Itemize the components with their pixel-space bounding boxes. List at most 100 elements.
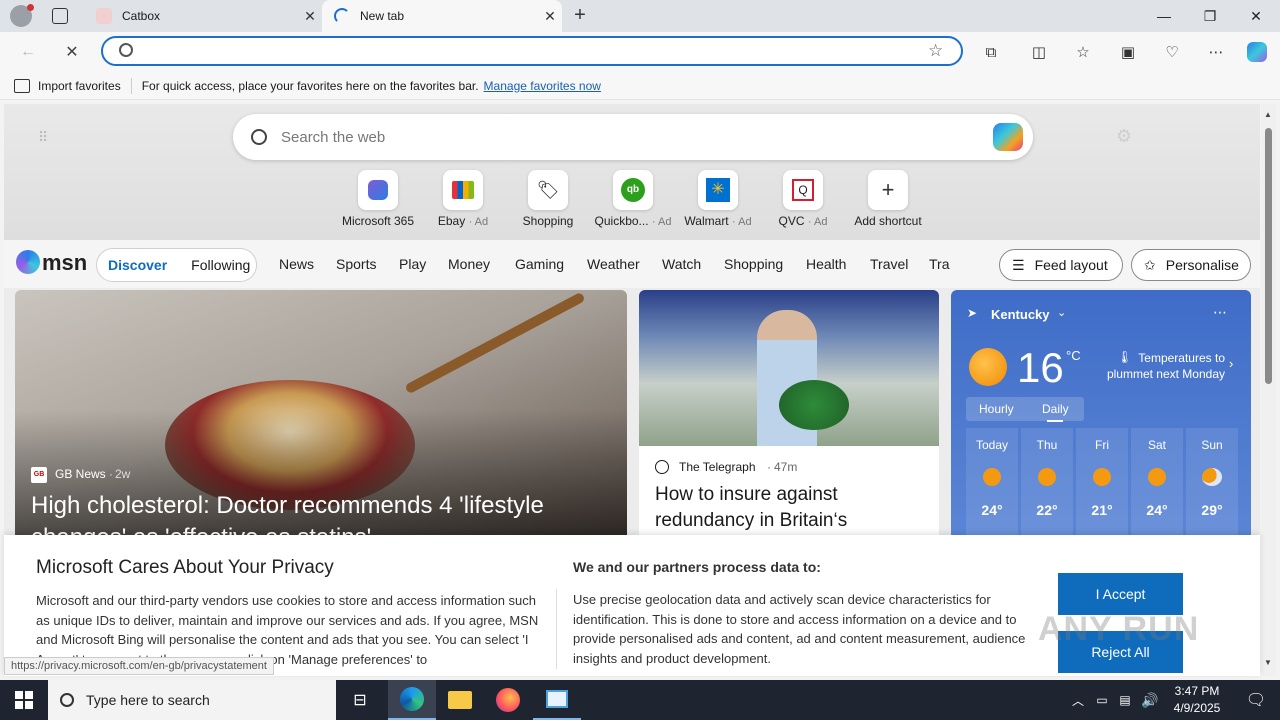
apps-launcher-icon[interactable]: ⠿ <box>38 128 56 146</box>
scroll-up-icon[interactable]: ▲ <box>1264 110 1272 119</box>
forecast-day[interactable]: Fri 21° <box>1076 428 1128 540</box>
walmart-icon: ✳ <box>698 170 738 210</box>
nav-play[interactable]: Play <box>399 256 426 272</box>
scroll-down-icon[interactable]: ▼ <box>1264 658 1272 667</box>
main-story-card[interactable]: GB GB News · 2w High cholesterol: Doctor… <box>15 290 627 540</box>
scrollbar-thumb[interactable] <box>1265 128 1272 384</box>
nav-gaming[interactable]: Gaming <box>515 256 564 272</box>
import-favorites-label[interactable]: Import favorites <box>38 79 121 93</box>
import-favorites-icon[interactable] <box>14 78 30 93</box>
second-story-card[interactable]: The Telegraph · 47m How to insure agains… <box>639 290 939 540</box>
nav-news[interactable]: News <box>279 256 314 272</box>
shortcut-ebay[interactable]: Ebay · Ad <box>421 170 505 228</box>
firefox-icon[interactable] <box>484 680 532 720</box>
clock[interactable]: 3:47 PM 4/9/2025 <box>1166 683 1228 717</box>
task-view-icon[interactable]: ⊟ <box>336 680 384 720</box>
privacy-banner: Microsoft Cares About Your Privacy Micro… <box>4 535 1260 676</box>
more-menu-icon[interactable]: ⋯ <box>1202 38 1230 66</box>
weather-card[interactable]: ➤ Kentucky ⌄ ⋯ 16 °C 🌡 Temperatures to p… <box>951 290 1251 540</box>
network-icon[interactable]: ▤ <box>1114 680 1136 720</box>
feed-layout-button[interactable]: ☰ Feed layout <box>999 249 1123 281</box>
manage-favorites-link[interactable]: Manage favorites now <box>484 79 601 93</box>
tab-actions-icon[interactable] <box>52 8 68 24</box>
story-image-office <box>639 290 939 446</box>
start-windows-icon[interactable] <box>0 680 48 720</box>
weather-location[interactable]: Kentucky <box>991 307 1050 322</box>
stop-loading-icon[interactable]: ✕ <box>58 38 86 66</box>
chevron-down-icon[interactable]: ⌄ <box>1057 306 1066 319</box>
forecast-day[interactable]: Thu 22° <box>1021 428 1073 540</box>
forecast-day[interactable]: Today 24° <box>966 428 1018 540</box>
nav-travel[interactable]: Travel <box>870 256 908 272</box>
tab-daily[interactable]: Daily <box>1042 402 1069 416</box>
privacy-divider <box>556 589 557 669</box>
weather-alert[interactable]: Temperatures to plummet next Monday <box>1093 350 1225 382</box>
nav-weather[interactable]: Weather <box>587 256 640 272</box>
shortcut-shopping[interactable]: 🏷 Shopping <box>506 170 590 228</box>
nav-overflow[interactable]: Tra <box>929 256 951 272</box>
copilot-icon[interactable] <box>993 123 1023 151</box>
device-icon[interactable]: ▭ <box>1091 680 1113 720</box>
favorites-icon[interactable]: ☆ <box>1069 38 1097 66</box>
msn-logo-icon[interactable] <box>16 250 40 274</box>
partners-title: We and our partners process data to: <box>573 559 821 575</box>
story-headline[interactable]: How to insure against redundancy in Brit… <box>655 482 925 534</box>
restore-icon[interactable]: ❐ <box>1187 0 1233 32</box>
copilot-icon[interactable] <box>1243 38 1271 66</box>
story-age: 2w <box>115 467 131 481</box>
nav-money[interactable]: Money <box>448 256 490 272</box>
taskbar-search[interactable]: Type here to search <box>48 680 336 720</box>
shortcut-microsoft-365[interactable]: Microsoft 365 <box>336 170 420 228</box>
story-age-dot: · <box>767 460 771 474</box>
forecast-day[interactable]: Sat 24° <box>1131 428 1183 540</box>
catbox-favicon-icon <box>96 8 112 24</box>
shortcut-quickbooks[interactable]: qb Quickbo... · Ad <box>591 170 675 228</box>
nav-shopping[interactable]: Shopping <box>724 256 783 272</box>
favorites-bar: Import favorites For quick access, place… <box>0 72 1280 100</box>
settings-gear-icon[interactable]: ⚙ <box>1116 126 1132 147</box>
split-screen-icon[interactable]: ◫ <box>1025 38 1053 66</box>
story-headline[interactable]: High cholesterol: Doctor recommends 4 'l… <box>31 490 611 540</box>
shortcut-qvc[interactable]: Q QVC · Ad <box>761 170 845 228</box>
clock-time: 3:47 PM <box>1174 684 1220 698</box>
nav-health[interactable]: Health <box>806 256 846 272</box>
accept-button[interactable]: I Accept <box>1058 573 1183 615</box>
shortcut-walmart[interactable]: ✳ Walmart · Ad <box>676 170 760 228</box>
edge-icon[interactable] <box>388 680 436 720</box>
new-tab-icon[interactable]: + <box>568 4 592 28</box>
tab-hourly[interactable]: Hourly <box>979 402 1014 416</box>
tab-discover[interactable]: Discover <box>108 257 167 273</box>
close-tab-icon[interactable]: ✕ <box>298 8 322 25</box>
close-tab-icon[interactable]: ✕ <box>538 8 562 25</box>
minimize-icon[interactable]: — <box>1141 0 1187 32</box>
forecast-day[interactable]: Sun 29° <box>1186 428 1238 540</box>
browser-essentials-icon[interactable]: ♡ <box>1158 38 1186 66</box>
app-window-icon[interactable] <box>533 680 581 720</box>
shortcut-add[interactable]: + Add shortcut <box>846 170 930 228</box>
collections-icon[interactable]: ▣ <box>1114 38 1142 66</box>
favorite-star-icon[interactable]: ☆ <box>928 41 943 61</box>
back-icon[interactable]: ← <box>14 38 42 66</box>
tab-following[interactable]: Following <box>191 257 250 273</box>
extensions-icon[interactable]: ⧉ <box>977 38 1005 66</box>
tab-catbox[interactable]: Catbox ✕ <box>84 0 322 32</box>
story-age: 47m <box>774 460 798 474</box>
chevron-right-icon[interactable]: › <box>1229 356 1233 371</box>
web-search-placeholder: Search the web <box>281 128 386 146</box>
notifications-icon[interactable]: 🗨 <box>1232 680 1280 720</box>
page-scrollbar[interactable]: ▲ ▼ <box>1261 104 1276 676</box>
volume-icon[interactable]: 🔊 <box>1138 680 1162 720</box>
sun-icon <box>1148 468 1166 486</box>
nav-sports[interactable]: Sports <box>336 256 376 272</box>
tab-new-tab[interactable]: New tab ✕ <box>322 0 562 32</box>
more-options-icon[interactable]: ⋯ <box>1213 304 1227 321</box>
msn-logo[interactable]: msn <box>42 250 87 276</box>
address-bar[interactable]: ☆ <box>101 36 963 66</box>
chevron-up-icon[interactable]: ︿ <box>1066 680 1090 720</box>
close-window-icon[interactable]: ✕ <box>1233 0 1279 32</box>
web-search-box[interactable]: Search the web <box>233 114 1033 160</box>
nav-watch[interactable]: Watch <box>662 256 701 272</box>
file-explorer-icon[interactable] <box>436 680 484 720</box>
personalise-button[interactable]: ✩ Personalise <box>1131 249 1251 281</box>
add-icon: + <box>868 170 908 210</box>
